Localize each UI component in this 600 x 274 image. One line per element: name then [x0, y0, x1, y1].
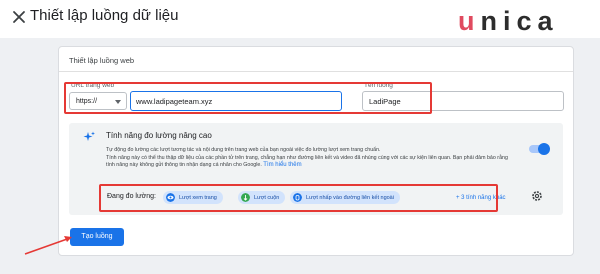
annotation-box-url [64, 82, 432, 114]
gear-icon[interactable] [531, 190, 543, 202]
close-icon[interactable] [11, 9, 27, 25]
annotation-box-measuring [99, 184, 498, 212]
enhanced-measurement-toggle[interactable] [529, 143, 550, 155]
description-line-2: Tính năng này có thể thu thập dữ liệu củ… [106, 154, 508, 169]
description-line-1: Tự động đo lường các lượt tương tác và n… [106, 147, 381, 153]
enhanced-measurement-description: Tự động đo lường các lượt tương tác và n… [106, 147, 516, 170]
card-title: Thiết lập luồng web [69, 56, 135, 65]
sparkle-icon [83, 131, 95, 141]
web-stream-setup-card: Thiết lập luồng web URL trang web Tên lu… [58, 46, 574, 256]
page-title: Thiết lập luồng dữ liệu [30, 7, 179, 24]
toggle-knob [538, 143, 550, 155]
unica-logo: unica [458, 6, 559, 36]
divider [59, 71, 573, 72]
enhanced-measurement-title: Tính năng đo lường nâng cao [106, 131, 212, 140]
learn-more-link[interactable]: Tìm hiểu thêm [263, 162, 301, 168]
top-bar: Thiết lập luồng dữ liệu unica [0, 0, 600, 38]
create-stream-button[interactable]: Tạo luồng [70, 228, 124, 246]
